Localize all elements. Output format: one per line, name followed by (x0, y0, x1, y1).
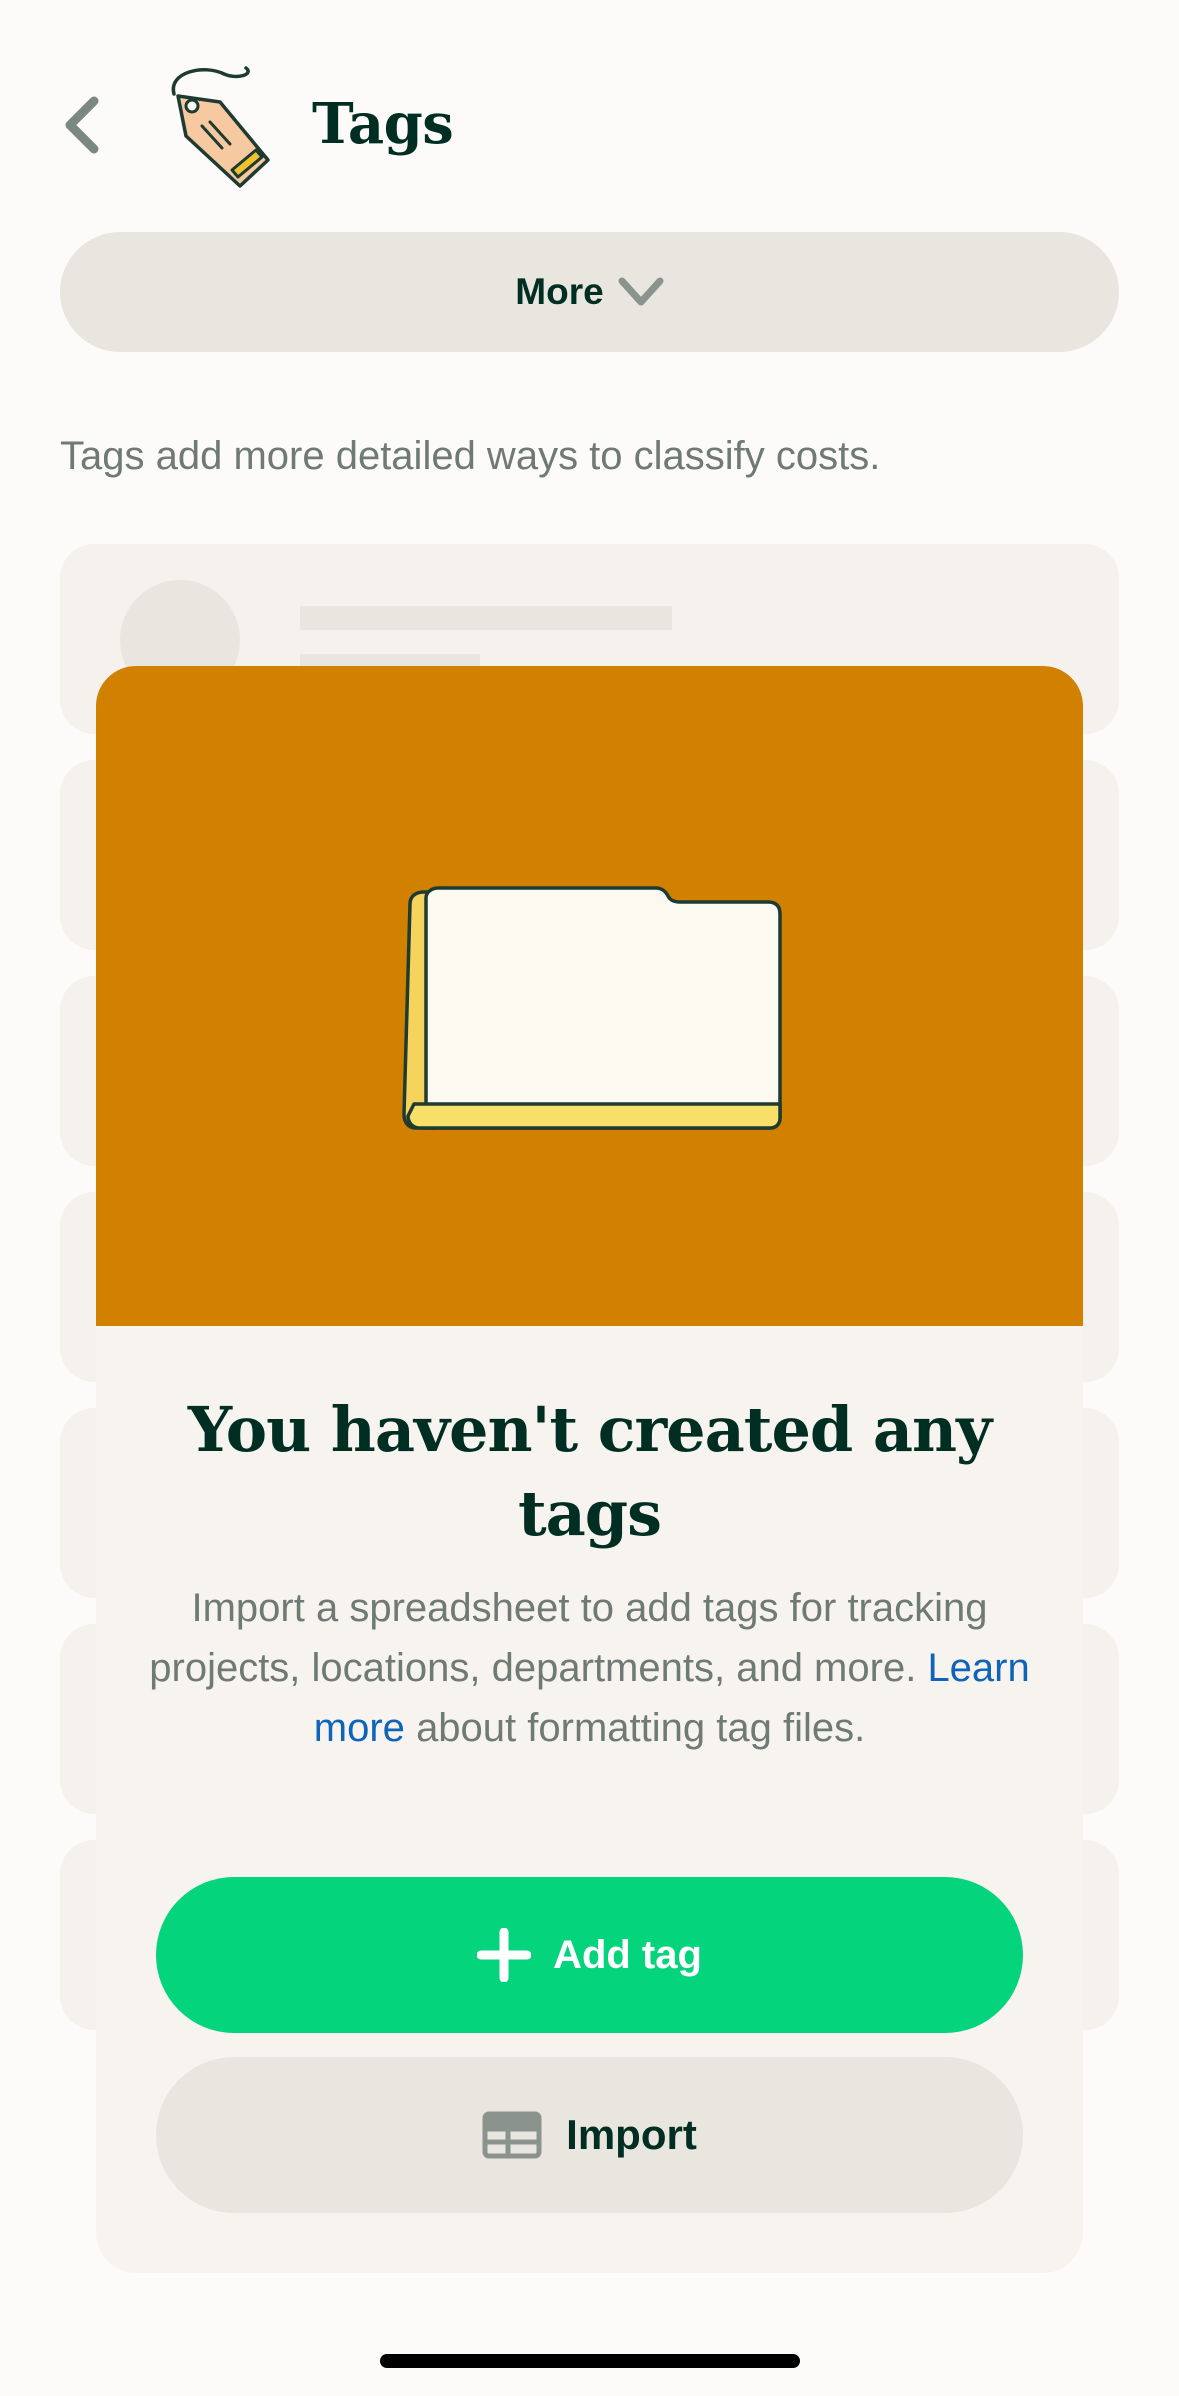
empty-state-body-text-end: about formatting tag files. (416, 1706, 866, 1750)
page-title: Tags (312, 91, 454, 157)
plus-icon (477, 1928, 532, 1982)
chevron-down-icon (618, 277, 664, 306)
empty-state-title: You haven't created any tags (187, 1393, 992, 1550)
empty-state-body-text: Import a spreadsheet to add tags for tra… (149, 1586, 988, 1690)
header: Tags (0, 0, 1179, 220)
more-button[interactable]: More (60, 232, 1119, 352)
price-tag-icon (171, 66, 270, 188)
more-button-label: More (515, 271, 604, 312)
folder-icon (402, 886, 782, 1130)
back-button[interactable] (52, 88, 112, 162)
add-tag-label: Add tag (553, 1932, 702, 1977)
skeleton-line (300, 606, 672, 630)
import-button[interactable]: Import (156, 2057, 1023, 2213)
empty-state-hero (96, 666, 1083, 1326)
import-label: Import (566, 2111, 697, 2158)
chevron-left-icon (65, 96, 99, 154)
page-description: Tags add more detailed ways to classify … (60, 434, 881, 478)
add-tag-button[interactable]: Add tag (156, 1877, 1023, 2033)
empty-state-body: Import a spreadsheet to add tags for tra… (146, 1578, 1033, 1758)
home-indicator[interactable] (380, 2354, 800, 2368)
table-icon (482, 2111, 542, 2159)
empty-state-card: You haven't created any tags Import a sp… (96, 666, 1083, 2273)
